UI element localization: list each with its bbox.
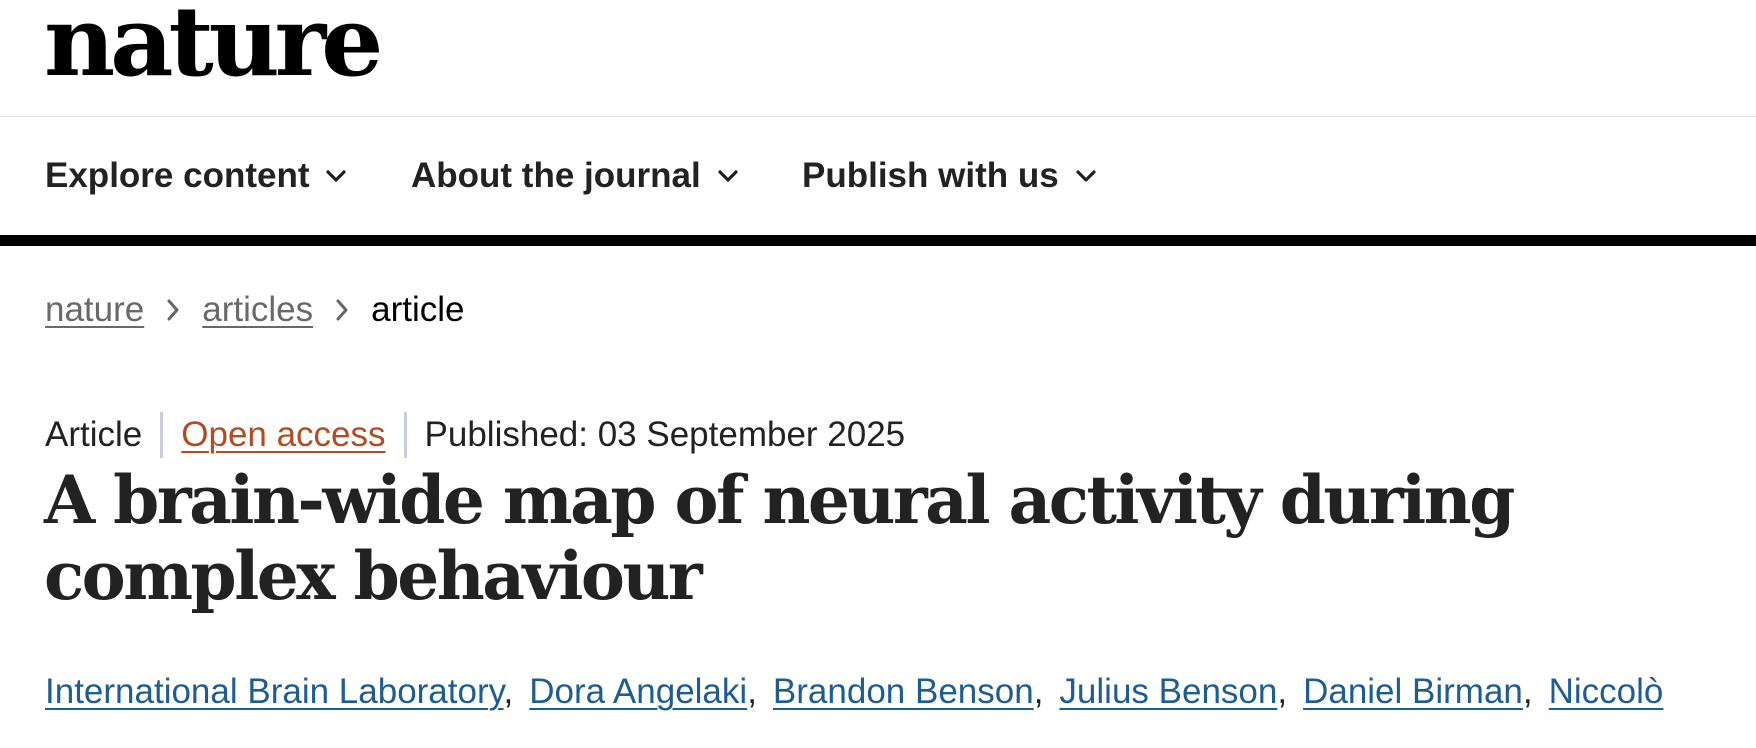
meta-divider [160, 412, 164, 458]
nav-explore-content[interactable]: Explore content [45, 117, 347, 235]
breadcrumb-articles[interactable]: articles [202, 290, 313, 330]
chevron-down-icon [326, 170, 347, 182]
site-header: nature [0, 0, 1756, 117]
nature-logo[interactable]: nature [44, 0, 383, 90]
author-separator: , [1277, 672, 1288, 711]
nav-explore-content-label: Explore content [45, 156, 310, 195]
open-access-link[interactable]: Open access [181, 415, 385, 455]
breadcrumb-nature[interactable]: nature [45, 290, 144, 330]
author-separator: , [747, 672, 757, 711]
nav-about-the-journal[interactable]: About the journal [411, 117, 739, 235]
nav-about-the-journal-label: About the journal [411, 156, 701, 195]
author-link[interactable]: Daniel Birman [1303, 672, 1523, 711]
nav-divider [0, 235, 1756, 246]
author-list: International Brain Laboratory, Dora Ange… [45, 666, 1745, 718]
author-link[interactable]: International Brain Laboratory [45, 672, 504, 711]
chevron-down-icon [1076, 170, 1096, 182]
meta-divider [403, 412, 407, 458]
author-link[interactable]: Niccolò [1549, 672, 1664, 711]
author-link[interactable]: Dora Angelaki [529, 672, 747, 711]
nav-publish-with-us-label: Publish with us [802, 156, 1059, 195]
author-separator: , [1033, 672, 1044, 711]
author-separator: , [503, 672, 514, 711]
breadcrumb: nature articles article [45, 290, 465, 330]
chevron-down-icon [718, 170, 738, 182]
article-meta: Article Open access Published: 03 Septem… [45, 412, 905, 458]
article-type: Article [45, 415, 143, 454]
published-date: Published: 03 September 2025 [424, 415, 906, 454]
chevron-right-icon [336, 299, 348, 321]
author-link[interactable]: Brandon Benson [773, 672, 1034, 711]
author-separator: , [1522, 672, 1533, 711]
article-title: A brain-wide map of neural activity duri… [44, 461, 1515, 615]
author-link[interactable]: Julius Benson [1059, 672, 1277, 711]
nav-publish-with-us[interactable]: Publish with us [802, 117, 1097, 235]
breadcrumb-current: article [371, 290, 465, 329]
main-nav: Explore content About the journal Publis… [0, 117, 1756, 235]
chevron-right-icon [167, 299, 179, 321]
